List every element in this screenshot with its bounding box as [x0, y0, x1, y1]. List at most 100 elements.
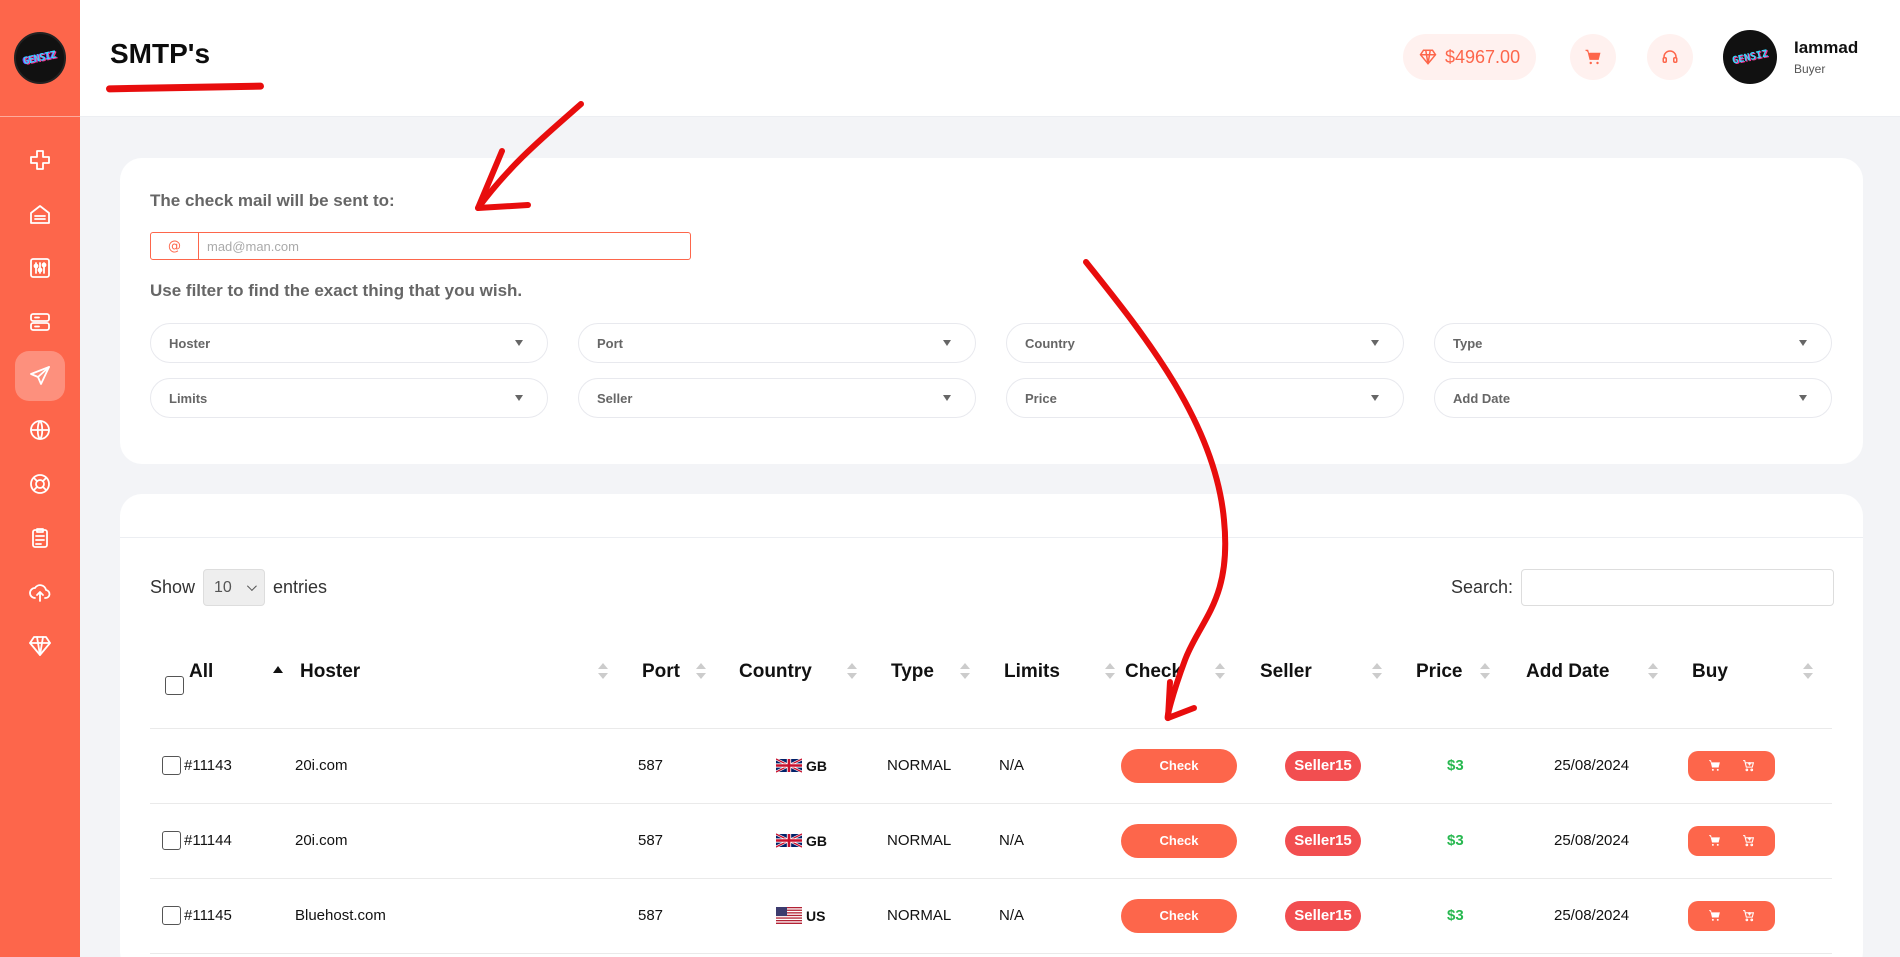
col-add-date[interactable]: Add Date — [1526, 661, 1609, 683]
col-buy[interactable]: Buy — [1692, 661, 1728, 683]
check-button[interactable]: Check — [1121, 898, 1237, 933]
logo[interactable]: GENSIZ — [14, 32, 66, 84]
mail-label: The check mail will be sent to: — [150, 191, 395, 210]
col-price[interactable]: Price — [1416, 661, 1462, 683]
cart-add-icon[interactable] — [1742, 909, 1755, 922]
buy-group — [1688, 900, 1775, 931]
avatar[interactable]: GENSIZ — [1723, 30, 1777, 84]
sort-icon[interactable] — [1215, 663, 1225, 681]
sort-icon[interactable] — [847, 663, 857, 681]
sort-icon[interactable] — [1372, 663, 1382, 681]
cart-add-icon[interactable] — [1742, 834, 1755, 847]
price-select[interactable]: Price — [1006, 378, 1404, 418]
col-seller[interactable]: Seller — [1260, 661, 1312, 683]
hoster-select-label: Hoster — [169, 335, 211, 351]
us-flag-icon — [776, 907, 802, 924]
sort-icon[interactable] — [1480, 663, 1490, 681]
balance-badge[interactable]: $4967.00 — [1403, 34, 1537, 80]
seller-badge[interactable]: Seller15 — [1285, 825, 1361, 856]
type-select[interactable]: Type — [1434, 323, 1832, 363]
sort-icon[interactable] — [1803, 663, 1813, 681]
support-button[interactable] — [1647, 34, 1693, 80]
search-input[interactable] — [1521, 569, 1835, 606]
sidebar-item-cloud[interactable] — [15, 567, 65, 617]
entries-control: Show 10 entries — [150, 569, 327, 606]
col-type[interactable]: Type — [891, 661, 934, 683]
sidebar-item-home[interactable] — [15, 189, 65, 239]
entries-select[interactable]: 10 — [203, 569, 266, 606]
cart-icon[interactable] — [1708, 909, 1721, 922]
col-check[interactable]: Check — [1125, 661, 1182, 683]
check-mail-input[interactable] — [199, 233, 690, 259]
col-all[interactable]: All — [189, 661, 213, 683]
cart-add-icon[interactable] — [1742, 759, 1755, 772]
plus-icon — [30, 150, 50, 170]
clipboard-icon — [32, 528, 48, 548]
limits-select[interactable]: Limits — [150, 378, 548, 418]
entries-label: entries — [273, 577, 328, 597]
country-select[interactable]: Country — [1006, 323, 1404, 363]
diamond-icon — [29, 636, 51, 656]
add-date-select[interactable]: Add Date — [1434, 378, 1832, 418]
lifebuoy-icon — [30, 474, 50, 494]
sidebar-item-servers[interactable] — [15, 297, 65, 347]
hoster-select[interactable]: Hoster — [150, 323, 548, 363]
row-checkbox[interactable] — [162, 906, 181, 925]
sort-icon[interactable] — [696, 663, 706, 681]
sidebar-item-web[interactable] — [15, 405, 65, 455]
col-port[interactable]: Port — [642, 661, 680, 683]
row-limits: N/A — [999, 832, 1025, 849]
row-id: #11145 — [184, 907, 232, 924]
row-country-code: GB — [806, 832, 827, 849]
sort-icon[interactable] — [1105, 663, 1115, 681]
seller-badge[interactable]: Seller15 — [1285, 900, 1361, 931]
row-id: #11143 — [184, 757, 232, 774]
col-hoster[interactable]: Hoster — [300, 661, 360, 683]
sidebar-item-premium[interactable] — [15, 621, 65, 671]
table-card: Show 10 entries Search: All Hoster Port … — [120, 494, 1863, 957]
sidebar-item-tools[interactable] — [15, 243, 65, 293]
type-select-label: Type — [1453, 335, 1483, 351]
row-checkbox[interactable] — [162, 831, 181, 850]
diamond-icon — [1419, 49, 1437, 65]
check-button[interactable]: Check — [1121, 748, 1237, 783]
row-limits: N/A — [999, 757, 1025, 774]
table-row: #11145 Bluehost.com 587 US NORMAL N/A Ch… — [150, 878, 1832, 953]
port-select-label: Port — [597, 335, 623, 351]
user-role: Buyer — [1794, 62, 1826, 76]
cart-icon[interactable] — [1708, 759, 1721, 772]
cart-icon[interactable] — [1708, 834, 1721, 847]
col-limits[interactable]: Limits — [1004, 661, 1060, 683]
col-country[interactable]: Country — [739, 661, 812, 683]
table-row: #11144 20i.com 587 GB NORMAL N/A Check S… — [150, 803, 1832, 878]
title-underline-annotation — [105, 82, 265, 93]
caret-down-icon — [943, 395, 951, 401]
buy-group — [1688, 750, 1775, 781]
sidebar-item-orders[interactable] — [15, 513, 65, 563]
row-type: NORMAL — [887, 832, 952, 849]
check-button[interactable]: Check — [1121, 823, 1237, 858]
row-country-code: GB — [806, 757, 827, 774]
sidebar-item-smtp[interactable] — [15, 351, 65, 401]
row-id: #11144 — [184, 832, 232, 849]
uk-flag-icon — [776, 832, 802, 849]
row-country: US — [776, 878, 825, 953]
row-checkbox[interactable] — [162, 756, 181, 775]
port-select[interactable]: Port — [578, 323, 976, 363]
page-title: SMTP's — [110, 38, 211, 69]
row-type: NORMAL — [887, 907, 952, 924]
sort-icon[interactable] — [598, 663, 608, 681]
cloud-upload-icon — [29, 584, 51, 602]
logo-area: GENSIZ — [0, 0, 80, 117]
sort-icon[interactable] — [1648, 663, 1658, 681]
caret-down-icon — [1799, 395, 1807, 401]
sidebar-item-support[interactable] — [15, 459, 65, 509]
sort-icon[interactable] — [960, 663, 970, 681]
select-all-checkbox[interactable] — [165, 676, 184, 695]
buy-group — [1688, 825, 1775, 856]
user-name[interactable]: Iammad — [1794, 38, 1858, 58]
seller-badge[interactable]: Seller15 — [1285, 750, 1361, 781]
cart-button[interactable] — [1570, 34, 1616, 80]
seller-select[interactable]: Seller — [578, 378, 976, 418]
sidebar-item-add[interactable] — [15, 135, 65, 185]
